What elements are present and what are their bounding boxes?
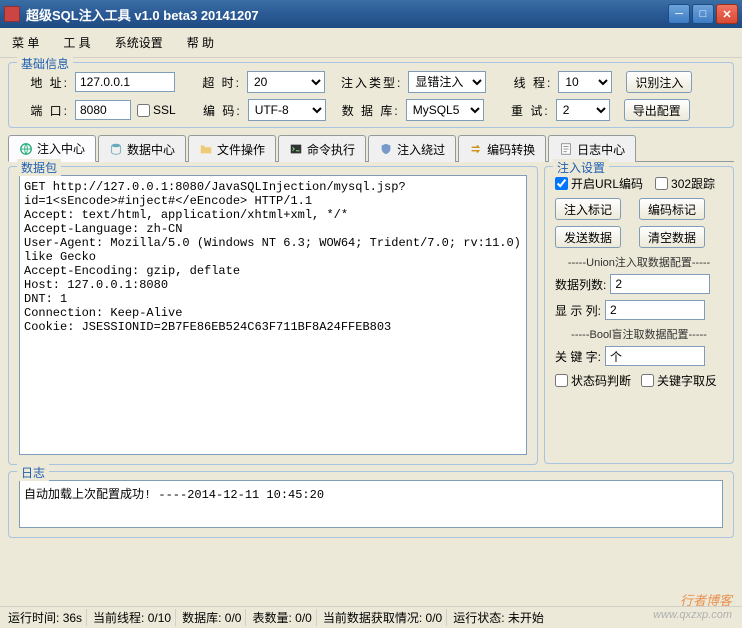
inject-type-label: 注入类型: (341, 74, 402, 91)
url-encode-wrap[interactable]: 开启URL编码 (555, 175, 643, 192)
maximize-button[interactable]: □ (692, 4, 714, 24)
timeout-label: 超 时: (191, 74, 241, 91)
ssl-checkbox-wrap[interactable]: SSL (137, 103, 176, 117)
log-group: 日志 (8, 471, 734, 538)
status-judge-checkbox[interactable] (555, 374, 568, 387)
close-button[interactable]: ✕ (716, 4, 738, 24)
retry-select[interactable]: 2 (556, 99, 610, 121)
shield-icon (379, 142, 393, 156)
tabstrip: 注入中心 数据中心 文件操作 命令执行 注入绕过 编码转换 日志中心 (8, 134, 734, 162)
cols-label: 数据列数: (555, 276, 606, 293)
send-data-button[interactable]: 发送数据 (555, 226, 621, 248)
packet-legend: 数据包 (17, 159, 61, 176)
inject-type-select[interactable]: 显错注入 (408, 71, 486, 93)
menu-settings[interactable]: 系统设置 (111, 32, 167, 53)
address-label: 地 址: (19, 74, 69, 91)
port-input[interactable] (75, 100, 131, 120)
app-icon (4, 6, 20, 22)
tab-bypass[interactable]: 注入绕过 (368, 135, 456, 162)
threads-label: 线 程: (502, 74, 552, 91)
watermark: 行者博客 www.qxzxp.com (653, 593, 732, 622)
window-title: 超级SQL注入工具 v1.0 beta3 20141207 (26, 5, 668, 24)
menubar: 菜 单 工 具 系统设置 帮 助 (0, 28, 742, 58)
keyword-input[interactable] (605, 346, 705, 366)
database-select[interactable]: MySQL5 (406, 99, 484, 121)
ssl-checkbox[interactable] (137, 104, 150, 117)
statusbar: 运行时间: 36s 当前线程: 0/10 数据库: 0/0 表数量: 0/0 当… (0, 606, 742, 628)
keyword-label: 关 键 字: (555, 348, 601, 365)
minimize-button[interactable]: ─ (668, 4, 690, 24)
tab-log-center[interactable]: 日志中心 (548, 135, 636, 162)
menu-tools[interactable]: 工 具 (59, 32, 94, 53)
status-judge-wrap[interactable]: 状态码判断 (555, 372, 631, 389)
recognize-button[interactable]: 识别注入 (626, 71, 692, 93)
retry-label: 重 试: (500, 102, 550, 119)
tab-inject-center[interactable]: 注入中心 (8, 135, 96, 162)
address-input[interactable] (75, 72, 175, 92)
clear-data-button[interactable]: 清空数据 (639, 226, 705, 248)
port-label: 端 口: (19, 102, 69, 119)
union-divider: -----Union注入取数据配置----- (555, 254, 723, 270)
ssl-label: SSL (153, 103, 176, 117)
tab-encode[interactable]: 编码转换 (458, 135, 546, 162)
encoding-select[interactable]: UTF-8 (248, 99, 326, 121)
packet-textarea[interactable] (19, 175, 527, 455)
basic-info-group: 基础信息 地 址: 超 时: 20 注入类型: 显错注入 线 程: 10 识别注… (8, 62, 734, 128)
show-col-input[interactable] (605, 300, 705, 320)
keyword-invert-checkbox[interactable] (641, 374, 654, 387)
terminal-icon (289, 142, 303, 156)
inject-settings-group: 注入设置 开启URL编码 302跟踪 注入标记 编码标记 发送数据 清空数据 -… (544, 166, 734, 464)
follow-302-wrap[interactable]: 302跟踪 (655, 175, 715, 192)
packet-group: 数据包 (8, 166, 538, 465)
tab-data-center[interactable]: 数据中心 (98, 135, 186, 162)
log-icon (559, 142, 573, 156)
inject-mark-button[interactable]: 注入标记 (555, 198, 621, 220)
inject-settings-legend: 注入设置 (553, 159, 609, 176)
folder-icon (199, 142, 213, 156)
tab-cmd-exec[interactable]: 命令执行 (278, 135, 366, 162)
convert-icon (469, 142, 483, 156)
tab-file-ops[interactable]: 文件操作 (188, 135, 276, 162)
encoding-label: 编 码: (192, 102, 242, 119)
export-config-button[interactable]: 导出配置 (624, 99, 690, 121)
url-encode-checkbox[interactable] (555, 177, 568, 190)
basic-info-legend: 基础信息 (17, 55, 73, 72)
cols-input[interactable] (610, 274, 710, 294)
bool-divider: -----Bool盲注取数据配置----- (555, 326, 723, 342)
show-col-label: 显 示 列: (555, 302, 601, 319)
log-textarea[interactable] (19, 480, 723, 528)
log-legend: 日志 (17, 464, 49, 481)
globe-icon (19, 142, 33, 156)
threads-select[interactable]: 10 (558, 71, 612, 93)
menu-main[interactable]: 菜 单 (8, 32, 43, 53)
keyword-invert-wrap[interactable]: 关键字取反 (641, 372, 717, 389)
follow-302-checkbox[interactable] (655, 177, 668, 190)
encode-mark-button[interactable]: 编码标记 (639, 198, 705, 220)
database-label: 数 据 库: (342, 102, 400, 119)
database-icon (109, 142, 123, 156)
menu-help[interactable]: 帮 助 (183, 32, 218, 53)
timeout-select[interactable]: 20 (247, 71, 325, 93)
